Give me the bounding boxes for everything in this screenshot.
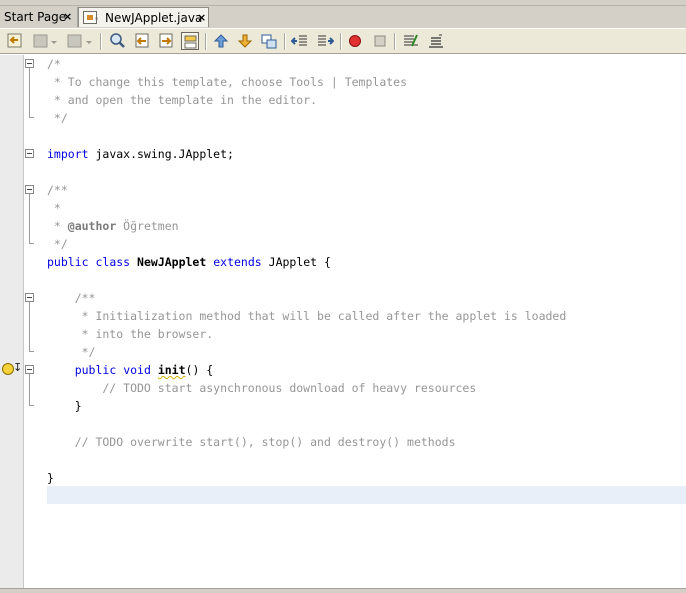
code-line: public void init() { [47, 361, 214, 379]
code-line: public class NewJApplet extends JApplet … [47, 253, 331, 271]
code-line: * @author Öğretmen [47, 217, 179, 235]
forward-icon[interactable] [32, 32, 50, 50]
keyword-void: void [123, 363, 151, 377]
class-name: NewJApplet [137, 255, 207, 269]
fold-toggle-icon[interactable] [25, 365, 34, 374]
fold-guide-end [29, 405, 34, 406]
tab-start-page-label: Start Page [4, 10, 67, 24]
fold-guide [29, 194, 30, 243]
toolbar-separator [340, 33, 342, 50]
fold-guide-end [29, 117, 34, 118]
code-line: import javax.swing.JApplet; [47, 145, 234, 163]
keyword-extends: extends [213, 255, 262, 269]
stop-macro-icon[interactable] [371, 32, 389, 50]
tab-newjapplet-java[interactable]: ◦ NewJApplet.java × [78, 7, 209, 27]
fold-guide-end [29, 351, 34, 352]
back-icon[interactable] [6, 32, 24, 50]
code-line: */ [47, 345, 96, 359]
code-line: */ [47, 111, 68, 125]
author-name: Öğretmen [116, 219, 179, 233]
applet-badge-icon: ◦ [94, 15, 100, 25]
find-icon[interactable] [108, 32, 126, 50]
editor-gutter[interactable] [0, 55, 24, 588]
code-line: // TODO overwrite start(), stop() and de… [47, 435, 456, 449]
method-signature-rest: () { [185, 363, 214, 377]
toolbar-separator [205, 33, 207, 50]
uncomment-icon[interactable] [427, 32, 445, 50]
comment-prefix: * [47, 219, 68, 233]
code-line: /** [47, 291, 96, 305]
fold-toggle-icon[interactable] [25, 293, 34, 302]
toggle-highlight-icon[interactable] [181, 32, 199, 50]
fold-toggle-icon[interactable] [25, 59, 34, 68]
code-line: * To change this template, choose Tools … [47, 75, 408, 89]
fold-toggle-icon[interactable] [25, 185, 34, 194]
code-line: * and open the template in the editor. [47, 93, 318, 107]
tab-newjapplet-label: NewJApplet.java [105, 11, 203, 25]
find-next-icon[interactable] [157, 32, 175, 50]
previous-bookmark-icon[interactable] [212, 32, 230, 50]
code-line: * into the browser. [47, 327, 214, 341]
editor-tab-bar: Start Page × ◦ NewJApplet.java × [0, 0, 686, 28]
record-macro-icon[interactable] [346, 32, 364, 50]
javadoc-author-tag: @author [67, 219, 117, 233]
import-path: javax.swing.JApplet; [88, 147, 234, 161]
code-line: */ [47, 237, 68, 251]
code-line: /** [47, 183, 68, 197]
fold-toggle-icon[interactable] [25, 149, 34, 158]
last-edit-icon[interactable] [66, 32, 84, 50]
code-line: // TODO start asynchronous download of h… [47, 381, 477, 395]
code-line: * Initialization method that will be cal… [47, 309, 567, 323]
override-arrow-icon[interactable]: ↧ [13, 362, 22, 374]
keyword-class: class [95, 255, 131, 269]
code-line: } [47, 471, 54, 485]
tab-start-page[interactable]: Start Page × [0, 7, 78, 27]
editor-toolbar [0, 28, 686, 54]
keyword-import: import [47, 147, 89, 161]
keyword-public: public [47, 255, 89, 269]
shift-left-icon[interactable] [291, 32, 309, 50]
superclass-name: JApplet { [268, 255, 331, 269]
toolbar-separator [284, 33, 286, 50]
editor-bottom-border [0, 588, 686, 593]
current-line-highlight [47, 486, 686, 504]
keyword-public: public [74, 363, 117, 377]
fold-guide [29, 302, 30, 351]
close-tab-start-page-button[interactable]: × [63, 7, 72, 27]
forward-dropdown-icon[interactable] [49, 32, 59, 50]
method-name: init [157, 363, 186, 377]
toggle-bookmark-icon[interactable] [260, 32, 278, 50]
toolbar-separator [100, 33, 102, 50]
fold-guide-end [29, 243, 34, 244]
fold-guide [29, 374, 30, 405]
find-previous-icon[interactable] [133, 32, 151, 50]
close-tab-newjapplet-button[interactable]: × [197, 8, 206, 28]
toolbar-separator [394, 33, 396, 50]
shift-right-icon[interactable] [316, 32, 334, 50]
code-line: * [47, 201, 61, 215]
tab-bar-top-strip [0, 0, 686, 6]
comment-icon[interactable] [402, 32, 420, 50]
code-line: } [47, 399, 82, 413]
next-bookmark-icon[interactable] [236, 32, 254, 50]
last-edit-dropdown-icon[interactable] [84, 32, 94, 50]
fold-guide [29, 68, 30, 117]
code-line: /* [47, 57, 61, 71]
